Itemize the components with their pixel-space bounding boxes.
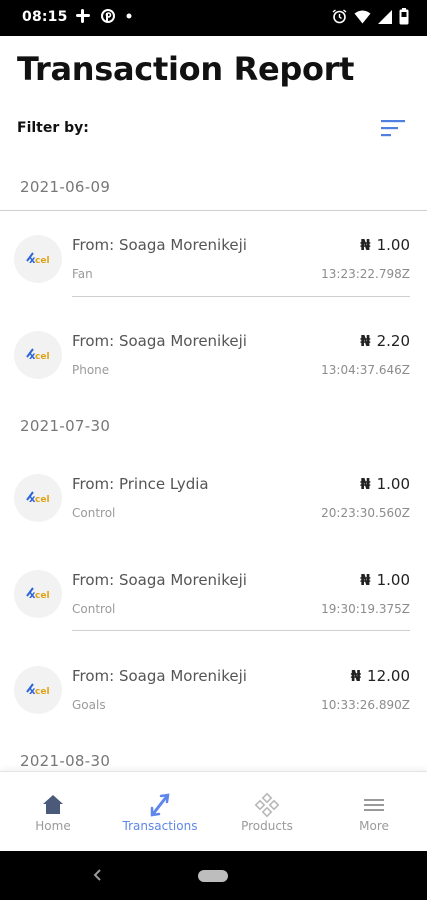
transaction-amount: ₦ 1.00 — [360, 475, 410, 493]
transaction-product: Phone — [72, 363, 110, 377]
nav-label: More — [359, 819, 389, 833]
date-header: 2021-06-09 — [20, 178, 111, 196]
merchant-logo: x cel — [14, 235, 62, 283]
battery-icon — [399, 8, 409, 25]
status-bar: 08:15 — [0, 0, 427, 36]
transaction-row[interactable]: x cel From: Soaga Morenikeji Control ₦ 1.… — [0, 546, 427, 642]
transaction-product: Control — [72, 602, 116, 616]
currency-symbol: ₦ — [360, 332, 371, 350]
transaction-row[interactable]: x cel From: Soaga Morenikeji Phone ₦ 2.20… — [0, 307, 427, 403]
system-icons — [332, 8, 409, 25]
transaction-product: Goals — [72, 698, 106, 712]
amount-value: 1.00 — [376, 236, 410, 254]
nav-more[interactable]: More — [321, 772, 427, 852]
transaction-row[interactable]: x cel From: Soaga Morenikeji Goals ₦ 12.0… — [0, 642, 427, 738]
merchant-logo: x cel — [14, 570, 62, 618]
filter-button[interactable] — [379, 116, 407, 140]
transaction-row[interactable]: x cel From: Prince Lydia Control ₦ 1.00 2… — [0, 450, 427, 546]
amount-value: 12.00 — [367, 667, 410, 685]
status-time: 08:15 — [22, 9, 68, 25]
svg-text:cel: cel — [35, 256, 50, 266]
system-nav-bar — [0, 851, 427, 900]
signal-icon — [378, 9, 392, 24]
amount-value: 1.00 — [376, 475, 410, 493]
back-icon[interactable] — [88, 865, 108, 885]
svg-text:cel: cel — [35, 495, 50, 505]
currency-symbol: ₦ — [350, 667, 362, 685]
svg-text:cel: cel — [35, 687, 50, 697]
currency-symbol: ₦ — [360, 475, 371, 493]
transaction-row[interactable]: x cel From: Soaga Morenikeji Fan ₦ 1.00 1… — [0, 211, 427, 307]
currency-symbol: ₦ — [360, 236, 371, 254]
home-pill[interactable] — [198, 870, 228, 882]
transactions-icon — [150, 793, 170, 817]
svg-text:cel: cel — [35, 591, 50, 601]
svg-text:cel: cel — [35, 352, 50, 362]
slack-icon — [76, 9, 90, 23]
xcel-logo-icon: x cel — [26, 491, 50, 505]
pinterest-icon — [101, 9, 115, 23]
transaction-from: From: Prince Lydia — [72, 475, 209, 493]
alarm-icon — [332, 9, 347, 24]
page-title: Transaction Report — [17, 50, 355, 88]
date-header: 2021-08-30 — [20, 752, 111, 770]
transaction-amount: ₦ 1.00 — [360, 236, 410, 254]
transaction-product: Fan — [72, 267, 93, 281]
transaction-time: 10:33:26.890Z — [321, 698, 410, 712]
divider — [72, 296, 410, 297]
home-icon — [43, 795, 63, 814]
nav-products[interactable]: Products — [214, 772, 320, 852]
date-header: 2021-07-30 — [20, 417, 111, 435]
xcel-logo-icon: x cel — [26, 683, 50, 697]
dot-icon — [126, 13, 132, 19]
xcel-logo-icon: x cel — [26, 252, 50, 266]
transaction-time: 13:04:37.646Z — [321, 363, 410, 377]
menu-icon — [364, 799, 384, 811]
nav-transactions[interactable]: Transactions — [107, 772, 213, 852]
notification-icons — [76, 9, 132, 23]
filter-label: Filter by: — [17, 120, 89, 136]
nav-home[interactable]: Home — [0, 772, 106, 852]
currency-symbol: ₦ — [360, 571, 371, 589]
transaction-amount: ₦ 1.00 — [360, 571, 410, 589]
transaction-amount: ₦ 12.00 — [351, 667, 410, 685]
transaction-time: 19:30:19.375Z — [321, 602, 410, 616]
transaction-from: From: Soaga Morenikeji — [72, 332, 247, 350]
nav-label: Products — [241, 819, 293, 833]
nav-label: Transactions — [122, 819, 198, 833]
divider — [72, 630, 410, 631]
transaction-from: From: Soaga Morenikeji — [72, 571, 247, 589]
products-icon — [254, 792, 280, 818]
sort-icon — [381, 120, 405, 137]
wifi-icon — [354, 10, 371, 23]
amount-value: 1.00 — [376, 571, 410, 589]
transaction-time: 20:23:30.560Z — [321, 506, 410, 520]
bottom-nav: Home Transactions Products More — [0, 771, 427, 851]
transaction-product: Control — [72, 506, 116, 520]
merchant-logo: x cel — [14, 331, 62, 379]
transaction-amount: ₦ 2.20 — [360, 332, 410, 350]
transaction-from: From: Soaga Morenikeji — [72, 667, 247, 685]
xcel-logo-icon: x cel — [26, 587, 50, 601]
xcel-logo-icon: x cel — [26, 348, 50, 362]
merchant-logo: x cel — [14, 666, 62, 714]
nav-label: Home — [35, 819, 71, 833]
transaction-from: From: Soaga Morenikeji — [72, 236, 247, 254]
phone-screen: 08:15 Transaction Report Filter by: 2021… — [0, 0, 427, 900]
amount-value: 2.20 — [376, 332, 410, 350]
merchant-logo: x cel — [14, 474, 62, 522]
transaction-time: 13:23:22.798Z — [321, 267, 410, 281]
